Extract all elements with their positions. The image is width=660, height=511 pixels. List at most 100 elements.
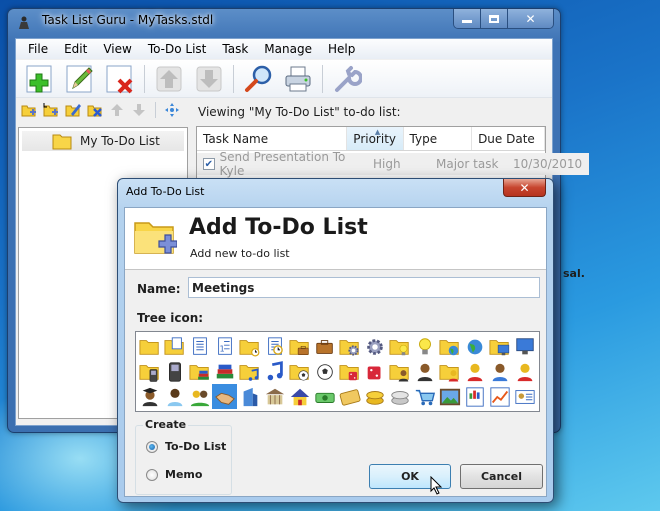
radio-label: To-Do List (165, 440, 227, 453)
dialog-close-button[interactable]: ✕ (503, 179, 546, 197)
tree-icon-option-doctor[interactable] (162, 384, 187, 409)
add-task-button[interactable] (22, 62, 58, 96)
move-icon (165, 103, 179, 117)
column-header-due-date[interactable]: Due Date (472, 127, 545, 150)
main-toolbar (16, 60, 552, 98)
cancel-button[interactable]: Cancel (460, 464, 543, 489)
tree-icon-option-folder-gear[interactable] (337, 334, 362, 359)
group-icon (190, 390, 209, 406)
tree-icon-option-businesswoman[interactable] (462, 359, 487, 384)
tree-icon-option-gear[interactable] (362, 334, 387, 359)
notes-text: sal. (563, 267, 585, 280)
table-row[interactable]: ✔ Send Presentation To Kyle High Major ta… (197, 150, 589, 178)
tree-icon-option-home[interactable] (287, 384, 312, 409)
tree-icon-option-picture[interactable] (437, 384, 462, 409)
tree-item-my-todo-list[interactable]: My To-Do List (22, 131, 184, 151)
tree-icon-option-folder-briefcase[interactable] (287, 334, 312, 359)
tree-icon-option-soccer-ball[interactable] (312, 359, 337, 384)
menu-task[interactable]: Task (214, 42, 256, 56)
tree-icon-option-document[interactable] (187, 334, 212, 359)
add-list-button[interactable] (21, 102, 37, 118)
tree-icon-option-handshake[interactable] (212, 384, 237, 409)
column-header-type[interactable]: Type (404, 127, 473, 150)
tree-icon-option-mobile-phone[interactable] (162, 359, 187, 384)
tree-icon-option-folder-businessman[interactable] (387, 359, 412, 384)
menu-help[interactable]: Help (320, 42, 363, 56)
document-icon (192, 336, 207, 355)
tree-icon-option-light-bulb[interactable] (412, 334, 437, 359)
tree-icon-option-id-card[interactable] (512, 384, 537, 409)
search-button[interactable] (240, 62, 276, 96)
tree-icon-option-folder-bulb[interactable] (387, 334, 412, 359)
tree-icon-option-folder-monitor[interactable] (487, 334, 512, 359)
tree-icon-option-dice[interactable] (362, 359, 387, 384)
move-list-button[interactable] (164, 102, 180, 118)
delete-list-button[interactable] (87, 102, 103, 118)
column-header-priority[interactable]: ▲ Priority (347, 127, 404, 150)
tree-icon-option-folder-open[interactable] (162, 334, 187, 359)
menu-manage[interactable]: Manage (256, 42, 320, 56)
tree-icon-option-businessman[interactable] (412, 359, 437, 384)
tree-icon-option-folder-soccer[interactable] (287, 359, 312, 384)
move-down-button[interactable] (191, 62, 227, 96)
tree-icon-option-folder-books[interactable] (187, 359, 212, 384)
tree-icon-picker: 1 (135, 331, 540, 412)
tree-icon-option-folder-businesswoman[interactable] (437, 359, 462, 384)
tree-icon-option-shopping-cart[interactable] (412, 384, 437, 409)
tree-icon-option-graduate[interactable] (137, 384, 162, 409)
menu-todo-list[interactable]: To-Do List (140, 42, 215, 56)
tree-icon-option-globe[interactable] (462, 334, 487, 359)
tree-icon-option-group[interactable] (187, 384, 212, 409)
tree-icon-option-folder-phone[interactable] (137, 359, 162, 384)
viewing-label: Viewing "My To-Do List" to-do list: (198, 105, 401, 119)
tree-icon-option-briefcase[interactable] (312, 334, 337, 359)
task-done-checkbox[interactable]: ✔ (203, 158, 215, 170)
delete-task-button[interactable] (102, 62, 138, 96)
add-sublist-button[interactable] (43, 102, 59, 118)
name-input[interactable] (188, 277, 540, 298)
menu-file[interactable]: File (20, 42, 56, 56)
tree-icon-label: Tree icon: (137, 311, 204, 325)
radio-memo[interactable]: Memo (146, 468, 202, 481)
tree-icon-option-document-clock[interactable] (262, 334, 287, 359)
minimize-button[interactable] (454, 9, 481, 28)
tree-icon-option-user-female[interactable] (512, 359, 537, 384)
tree-icon-option-folder-globe[interactable] (437, 334, 462, 359)
radio-button-selected[interactable] (146, 440, 158, 453)
tree-icon-option-user[interactable] (487, 359, 512, 384)
radio-button[interactable] (146, 468, 158, 481)
tree-icon-option-silver-coins[interactable] (387, 384, 412, 409)
tree-icon-option-folder[interactable] (137, 334, 162, 359)
tree-icon-option-chart-report[interactable] (462, 384, 487, 409)
tree-icon-option-folder-clock[interactable] (237, 334, 262, 359)
tree-icon-option-numbered-list[interactable]: 1 (212, 334, 237, 359)
tree-icon-option-bank[interactable] (262, 384, 287, 409)
move-up-button[interactable] (151, 62, 187, 96)
folder-icon (52, 134, 72, 150)
tree-icon-option-credit-card[interactable] (337, 384, 362, 409)
list-down-button[interactable] (131, 102, 147, 118)
credit-card-icon (339, 388, 361, 406)
list-up-button[interactable] (109, 102, 125, 118)
close-button[interactable]: ✕ (508, 9, 553, 28)
edit-list-button[interactable] (65, 102, 81, 118)
tree-icon-option-folder-music[interactable] (237, 359, 262, 384)
folder-add-icon (21, 105, 36, 117)
menu-view[interactable]: View (95, 42, 139, 56)
tree-icon-option-music-note[interactable] (262, 359, 287, 384)
tree-icon-option-folder-dice[interactable] (337, 359, 362, 384)
print-button[interactable] (280, 62, 316, 96)
tree-icon-option-books[interactable] (212, 359, 237, 384)
radio-todo-list[interactable]: To-Do List (146, 440, 226, 453)
tree-icon-option-money[interactable] (312, 384, 337, 409)
settings-button[interactable] (329, 62, 365, 96)
menu-edit[interactable]: Edit (56, 42, 95, 56)
tree-icon-option-gold-coins[interactable] (362, 384, 387, 409)
tree-icon-option-line-chart[interactable] (487, 384, 512, 409)
column-header-task-name[interactable]: Task Name (197, 127, 348, 150)
maximize-button[interactable] (481, 9, 508, 28)
tree-icon-option-building[interactable] (237, 384, 262, 409)
edit-task-button[interactable] (62, 62, 98, 96)
tree-icon-option-monitor[interactable] (512, 334, 537, 359)
dialog-title: Add To-Do List (126, 185, 205, 198)
